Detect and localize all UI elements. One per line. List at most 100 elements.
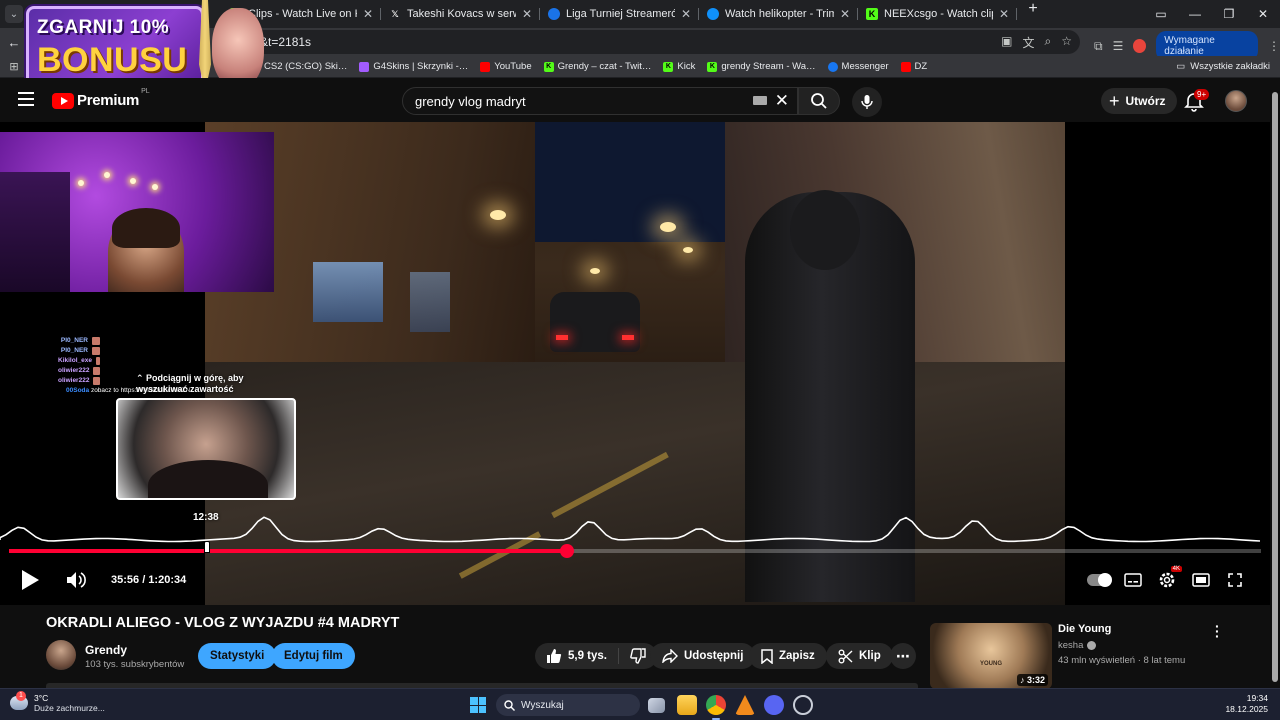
share-button[interactable]: Udostępnij (650, 643, 756, 669)
youtube-premium-logo[interactable]: Premium PL (52, 88, 150, 109)
extensions-icon[interactable]: ⧉ (1094, 39, 1103, 54)
apps-grid-icon[interactable]: ⊞ (0, 60, 28, 73)
bonus-ad-banner[interactable]: ZGARNIJ 10% BONUSU (26, 6, 204, 88)
hamburger-menu-icon[interactable] (18, 92, 34, 106)
chrome-icon[interactable] (706, 695, 726, 720)
translate-icon[interactable]: 文 (1022, 34, 1034, 51)
edit-video-button[interactable]: Edytuj film (272, 643, 355, 669)
task-view-icon[interactable] (648, 698, 665, 713)
new-tab-button[interactable]: + (1021, 0, 1045, 28)
settings-button[interactable]: 4K (1155, 566, 1182, 592)
fullscreen-button[interactable] (1223, 568, 1247, 592)
reading-list-icon[interactable]: ☰ (1113, 39, 1124, 53)
bookmark-item[interactable]: DZ (900, 61, 927, 72)
browser-tab[interactable]: K NEEXcsgo - Watch clips on Kick ✕ (858, 0, 1017, 28)
profile-extension-icon[interactable] (1133, 39, 1147, 53)
chat-username: oliwier222 (58, 377, 90, 384)
progress-bar[interactable] (9, 544, 1261, 558)
clip-label: Klip (859, 650, 881, 662)
webcam-light (104, 172, 110, 178)
recommended-video-meta: 43 mln wyświetleń · 8 lat temu (1058, 655, 1186, 666)
bookmark-item[interactable]: YouTube (480, 61, 532, 72)
channel-name[interactable]: Grendy (85, 643, 127, 657)
scrollbar-thumb[interactable] (1272, 92, 1278, 682)
recommended-video-title[interactable]: Die Young (1058, 623, 1111, 635)
bookmark-star-icon[interactable]: ☆ (1061, 34, 1072, 51)
recommended-channel[interactable]: kesha (1058, 640, 1097, 651)
clear-search-icon[interactable]: ✕ (775, 91, 789, 111)
save-button[interactable]: Zapisz (749, 643, 827, 669)
create-button[interactable]: + Utwórz (1101, 88, 1177, 114)
stream-chat-overlay: PI0_NER PI0_NER Kikilol_exe oliwier222 o… (58, 336, 100, 386)
tab-search-button[interactable]: ⌄ (5, 5, 23, 23)
close-tab-icon[interactable]: ✕ (999, 7, 1009, 21)
address-bar[interactable]: &t=2181s ▣ 文 ⌕ ☆ (250, 30, 1080, 54)
recommended-menu-icon[interactable]: · · · (1215, 619, 1221, 643)
account-avatar[interactable] (1225, 90, 1247, 112)
close-tab-icon[interactable]: ✕ (681, 7, 691, 21)
weather-alert-badge: 1 (16, 691, 26, 701)
weather-widget[interactable]: 1 3°C Duże zachmurze... (10, 691, 105, 713)
cast-icon[interactable]: ▣ (1001, 34, 1012, 51)
subtitles-button[interactable] (1121, 568, 1145, 592)
all-bookmarks-button[interactable]: ▭ Wszystkie zakładki (1176, 61, 1270, 72)
bookmark-item[interactable]: K Grendy – czat - Twit… (543, 61, 651, 72)
recommended-channel-name: kesha (1058, 640, 1084, 651)
app-a-icon[interactable] (735, 695, 755, 715)
bookmark-icon (761, 648, 773, 664)
close-tab-icon[interactable]: ✕ (522, 7, 532, 21)
chat-username: PI0_NER (60, 337, 88, 344)
fullscreen-icon (1228, 573, 1242, 587)
video-player[interactable]: PI0_NER PI0_NER Kikilol_exe oliwier222 o… (0, 122, 1270, 605)
video-sky (535, 122, 725, 242)
analytics-button[interactable]: Statystyki (198, 643, 277, 669)
close-window-icon[interactable]: ✕ (1246, 7, 1280, 21)
bookmark-item[interactable]: K Kick (663, 61, 695, 72)
search-button[interactable] (798, 87, 840, 115)
taskbar-search-box[interactable]: Wyszukaj (496, 694, 640, 716)
close-tab-icon[interactable]: ✕ (840, 7, 850, 21)
back-arrow-icon[interactable]: ← (0, 35, 28, 50)
bookmark-item[interactable]: Kgrendy Stream - Wa… (707, 61, 816, 72)
voice-search-button[interactable] (852, 87, 882, 117)
kick-icon: K (866, 8, 878, 20)
keyboard-icon[interactable] (753, 96, 767, 105)
file-explorer-icon[interactable] (677, 695, 697, 715)
swipe-up-hint: ⌃ Podciągnij w górę, aby wyszukiwać zawa… (136, 373, 244, 394)
browser-menu-icon[interactable]: ⋮ (1268, 39, 1280, 53)
chat-username: oliwier222 (58, 367, 90, 374)
recommended-video-thumbnail[interactable]: YOUNG ♪ 3:32 (930, 623, 1052, 689)
bookmark-item[interactable]: CS2 (CS:GO) Ski… (250, 61, 347, 72)
browser-tab[interactable]: 𝕏 Takeshi Kovacs w serwisie X: „stra… ✕ (381, 0, 540, 28)
clip-button[interactable]: Klip (826, 643, 893, 669)
restore-window-icon[interactable]: ▭ (1144, 7, 1178, 21)
kick-icon: K (707, 61, 718, 72)
bookmark-item[interactable]: Messenger (827, 61, 889, 72)
minimize-icon[interactable]: — (1178, 7, 1212, 21)
play-button[interactable] (18, 568, 42, 592)
more-actions-button[interactable]: ⋯ (890, 643, 916, 669)
browser-tab[interactable]: Watch helikopter - Trim | Stream… ✕ (699, 0, 858, 28)
volume-icon (67, 572, 86, 588)
channel-avatar[interactable] (46, 640, 76, 670)
bookmark-favicon (359, 61, 370, 72)
like-button[interactable]: 5,9 tys. (535, 643, 618, 669)
close-tab-icon[interactable]: ✕ (363, 7, 373, 21)
mouse-cursor (204, 541, 210, 553)
system-clock[interactable]: 19:34 18.12.2025 (1225, 693, 1268, 715)
plus-icon: + (1109, 90, 1120, 111)
windows-start-icon[interactable] (470, 697, 486, 713)
autoplay-toggle[interactable] (1087, 568, 1112, 592)
mute-button[interactable] (64, 568, 88, 592)
globe-icon (548, 8, 560, 20)
page-scrollbar[interactable] (1270, 78, 1280, 720)
bookmark-item[interactable]: G4Skins | Skrzynki -… (359, 61, 468, 72)
settings-app-icon[interactable] (793, 695, 813, 715)
search-input[interactable]: grendy vlog madryt ✕ (402, 87, 798, 115)
logo-text: Premium (77, 92, 140, 109)
theater-mode-button[interactable] (1189, 568, 1213, 592)
browser-tab[interactable]: Liga Turniej Streamerów No Bull… ✕ (540, 0, 699, 28)
zoom-icon[interactable]: ⌕ (1045, 34, 1052, 51)
discord-icon[interactable] (764, 695, 784, 715)
maximize-icon[interactable]: ❐ (1212, 7, 1246, 21)
